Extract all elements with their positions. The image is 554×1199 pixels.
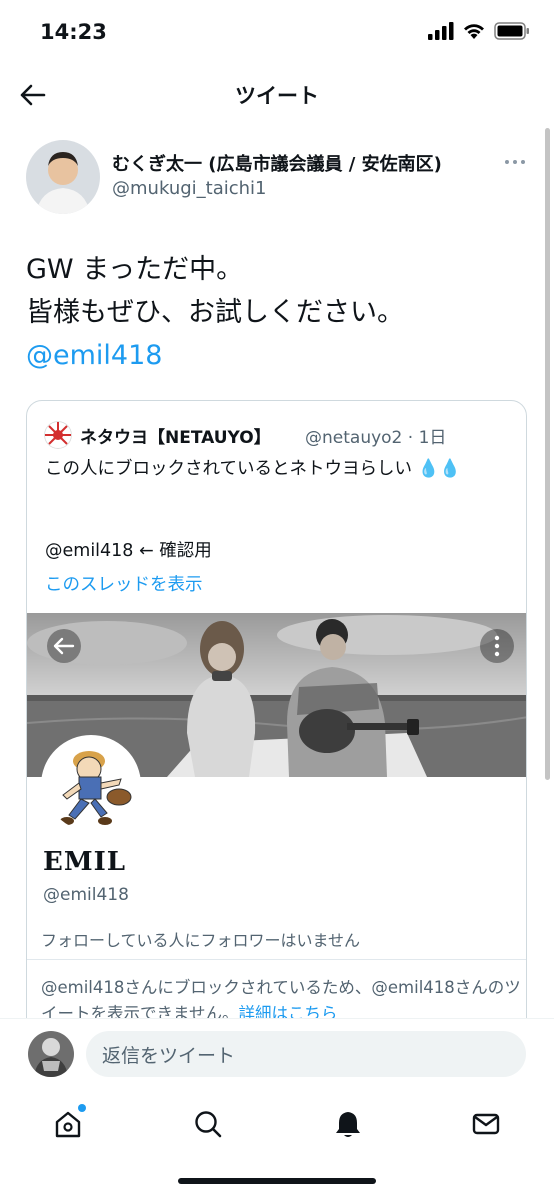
home-icon	[55, 1111, 81, 1138]
author-avatar-image	[26, 140, 100, 214]
quote-text: この人にブロックされているとネトウヨらしい 💧💧	[45, 459, 462, 479]
tweet-text-line: 皆様もぜひ、お試しください。	[26, 297, 404, 328]
tab-notifications[interactable]	[328, 1104, 368, 1144]
home-indicator	[178, 1178, 376, 1184]
follow-note: フォローしている人にフォロワーはいません	[41, 931, 361, 950]
reply-input[interactable]: 返信をツイート	[86, 1031, 526, 1077]
profile-screenshot-card: EMIL @emil418 フォローしている人にフォロワーはいません @emil…	[27, 613, 526, 1039]
quote-author-name: ネタウヨ【NETAUYO】	[80, 428, 271, 448]
more-icon	[505, 160, 525, 164]
tweet-text: GW まっただ中。 皆様もぜひ、お試しください。 @emil418	[26, 248, 404, 377]
author-name[interactable]: むくぎ太一 (広島市議会議員 / 安佐南区)	[112, 150, 442, 176]
divider	[27, 959, 526, 960]
profile-name: EMIL	[43, 847, 127, 877]
reply-placeholder: 返信をツイート	[102, 1044, 236, 1067]
scrollbar[interactable]	[545, 128, 550, 780]
header: ツイート	[0, 66, 554, 124]
author-handle[interactable]: @mukugi_taichi1	[112, 178, 267, 199]
messages-icon	[472, 1113, 500, 1135]
reply-bar: 返信をツイート	[0, 1018, 554, 1090]
page-title: ツイート	[235, 84, 319, 108]
tweet-text-line: GW まっただ中。	[26, 254, 244, 285]
status-icons	[428, 22, 530, 40]
quoted-tweet[interactable]: ネタウヨ【NETAUYO】 @netauyo2 · 1日 この人にブロックされて…	[26, 400, 527, 1040]
more-options-button[interactable]	[502, 152, 528, 172]
profile-handle: @emil418	[43, 885, 129, 905]
tab-messages[interactable]	[466, 1104, 506, 1144]
rising-sun-icon	[44, 421, 72, 449]
banner-back-button	[47, 629, 81, 663]
banner-more-button	[480, 629, 514, 663]
profile-avatar	[41, 735, 141, 835]
quote-author-meta: @netauyo2 · 1日	[305, 428, 447, 448]
notifications-icon	[336, 1112, 360, 1137]
search-icon	[195, 1111, 222, 1138]
tweet-mention-link[interactable]: @emil418	[26, 334, 404, 377]
arrow-left-icon	[53, 637, 75, 655]
more-vertical-icon	[494, 635, 500, 657]
status-bar: 14:23	[0, 0, 554, 66]
notification-dot	[78, 1104, 86, 1112]
user-avatar[interactable]	[28, 1031, 74, 1077]
author-avatar[interactable]	[26, 140, 100, 214]
signal-icon	[428, 22, 454, 40]
wifi-icon	[464, 24, 484, 39]
quote-mention: @emil418 ← 確認用	[45, 541, 212, 561]
quote-avatar	[44, 421, 72, 449]
tab-home[interactable]	[48, 1104, 88, 1144]
show-thread-link[interactable]: このスレッドを表示	[45, 571, 203, 596]
status-time: 14:23	[40, 20, 107, 44]
cartoon-boy-avatar	[45, 739, 137, 831]
tab-bar	[0, 1090, 554, 1199]
tab-search[interactable]	[188, 1104, 228, 1144]
user-avatar-image	[28, 1031, 74, 1077]
battery-icon	[494, 22, 529, 40]
